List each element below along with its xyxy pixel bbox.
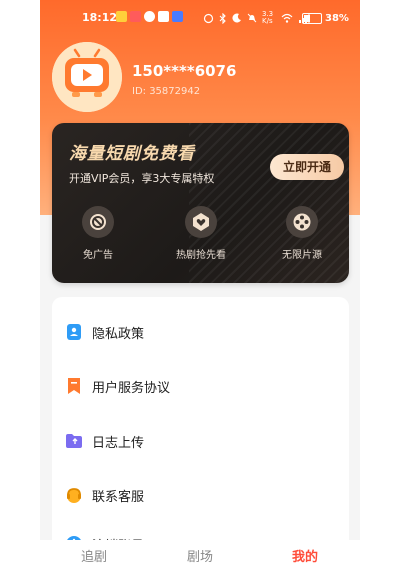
vip-subtitle: 开通VIP会员，享3大专属特权: [69, 172, 215, 185]
app-notif-icon: [116, 11, 127, 22]
status-time: 18:12: [82, 11, 118, 24]
heart-badge-icon: [185, 206, 217, 238]
menu-label: 隐私政策: [92, 327, 145, 342]
video-app-icon: [172, 11, 183, 22]
user-phone: 150****6076: [132, 62, 237, 80]
menu-item-log-upload[interactable]: 日志上传: [52, 422, 349, 462]
bluetooth-icon: [219, 12, 226, 24]
perk-label: 免广告: [83, 250, 113, 261]
app-notif-icon: [130, 11, 141, 22]
tab-following[interactable]: 追剧: [81, 546, 107, 565]
perk-label: 热剧抢先看: [176, 250, 226, 261]
menu-item-customer-service[interactable]: 联系客服: [52, 476, 349, 516]
perk-no-ads[interactable]: 免广告: [58, 206, 138, 261]
tab-mine[interactable]: 我的: [292, 546, 318, 565]
bottom-navigation: 追剧 剧场 我的: [40, 540, 360, 569]
folder-icon: [66, 434, 82, 448]
wifi-icon: [281, 13, 293, 23]
mute-icon: [247, 13, 257, 23]
settings-menu: 隐私政策 用户服务协议 日志上传 联系客服 注销账号: [52, 297, 349, 557]
message-icon: [144, 11, 155, 22]
menu-label: 联系客服: [92, 490, 145, 505]
perk-label: 无限片源: [282, 250, 322, 261]
tv-mascot-icon: [52, 42, 122, 112]
tab-theater[interactable]: 剧场: [187, 546, 213, 565]
battery-icon: [302, 13, 322, 24]
vip-card[interactable]: 海量短剧免费看 开通VIP会员，享3大专属特权 立即开通 免广告 热剧抢先看 无…: [52, 123, 349, 283]
headset-icon: [67, 488, 81, 503]
battery-indicator: 38%: [302, 13, 349, 24]
network-speed: 3.3 K/s: [262, 10, 274, 25]
vip-title: 海量短剧免费看: [69, 144, 195, 164]
menu-label: 用户服务协议: [92, 381, 171, 396]
vip-activate-button[interactable]: 立即开通: [270, 154, 344, 180]
no-ads-icon: [82, 206, 114, 238]
shield-icon: [158, 11, 169, 22]
perk-early-access[interactable]: 热剧抢先看: [161, 206, 241, 261]
avatar[interactable]: [52, 42, 122, 112]
phone-screen: 18:12 3.3 K/s 38% 150****6076 ID: 358729…: [40, 0, 360, 569]
notification-icons: [116, 11, 183, 22]
system-icons: 3.3 K/s: [203, 11, 310, 25]
battery-percent: 38%: [325, 13, 349, 24]
perk-unlimited[interactable]: 无限片源: [262, 206, 342, 261]
menu-label: 日志上传: [92, 436, 145, 451]
status-bar: 18:12 3.3 K/s 38%: [40, 8, 360, 30]
user-id: ID: 35872942: [132, 86, 201, 97]
nfc-icon: [203, 13, 214, 23]
film-reel-icon: [286, 206, 318, 238]
moon-icon: [232, 13, 241, 23]
menu-item-user-agreement[interactable]: 用户服务协议: [52, 367, 349, 407]
privacy-doc-icon: [67, 324, 81, 340]
menu-item-privacy[interactable]: 隐私政策: [52, 313, 349, 353]
bookmark-icon: [68, 378, 80, 394]
